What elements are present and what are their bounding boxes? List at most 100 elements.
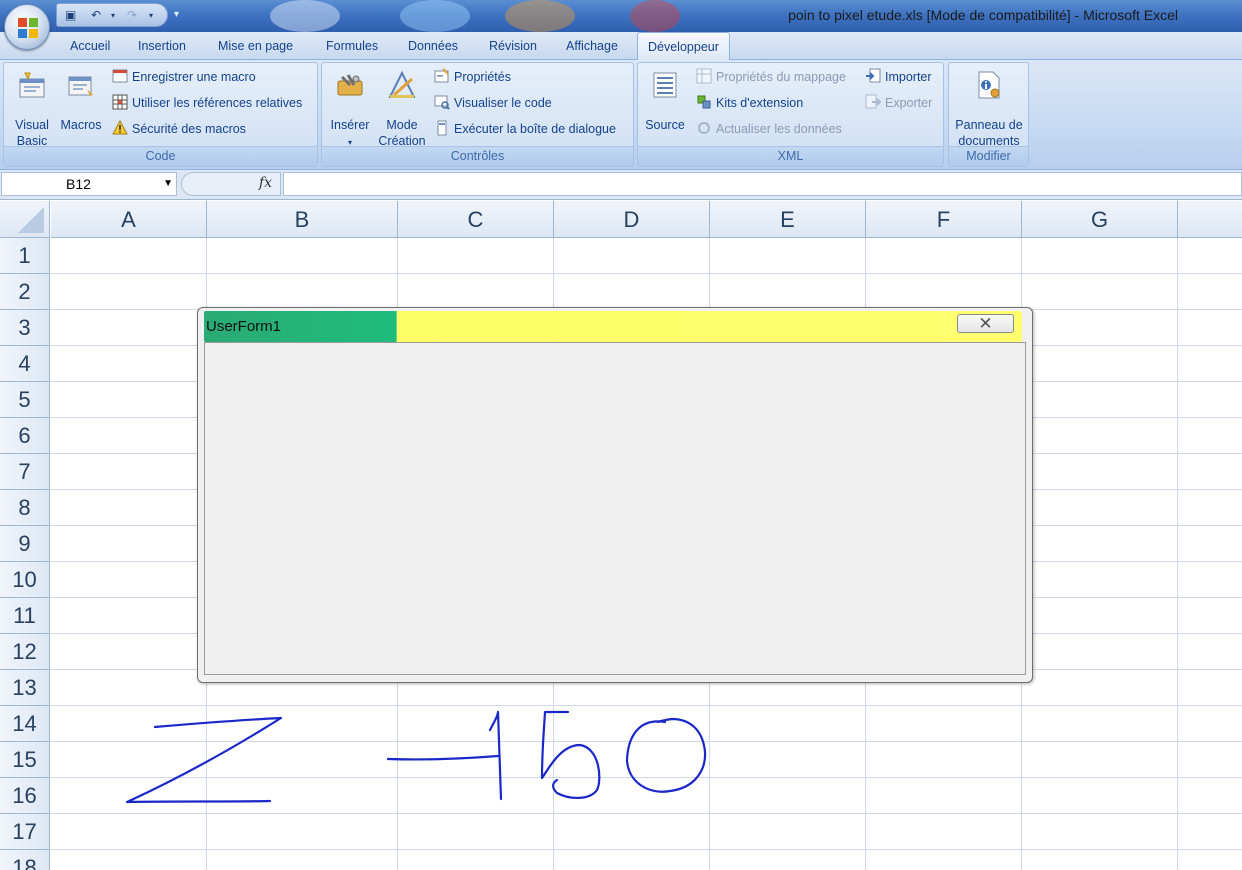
office-logo-icon	[18, 18, 38, 38]
ribbon: Visual Basic Macros Enregistrer une macr…	[0, 60, 1242, 170]
row-header[interactable]: 16	[0, 778, 50, 814]
row-header[interactable]: 1	[0, 238, 50, 274]
function-area: fx	[181, 172, 281, 196]
column-header-d[interactable]: D	[554, 201, 710, 238]
redo-icon[interactable]: ↷	[127, 8, 137, 22]
row-header[interactable]: 11	[0, 598, 50, 634]
column-header-f[interactable]: F	[866, 201, 1022, 238]
tab-developpeur[interactable]: Développeur	[637, 32, 730, 61]
macro-security-button[interactable]: Sécurité des macros	[112, 119, 246, 139]
macros-label: Macros	[60, 118, 102, 132]
column-header-g[interactable]: G	[1022, 201, 1178, 238]
customize-qat-icon[interactable]: ▾	[174, 9, 179, 20]
view-code-icon	[434, 95, 450, 110]
import-icon	[866, 68, 881, 83]
expansion-packs-button[interactable]: Kits d'extension	[696, 93, 803, 113]
row-header[interactable]: 12	[0, 634, 50, 670]
row-header[interactable]: 8	[0, 490, 50, 526]
undo-dropdown-icon[interactable]: ▾	[111, 11, 115, 20]
column-header-b[interactable]: B	[207, 201, 398, 238]
column-header-c[interactable]: C	[398, 201, 554, 238]
tab-affichage[interactable]: Affichage	[566, 39, 618, 53]
visual-basic-button[interactable]: Visual Basic	[10, 69, 54, 149]
userform-title-bar[interactable]: UserForm1 ✕	[204, 311, 1022, 342]
export-button[interactable]: Exporter	[865, 93, 932, 113]
row-header[interactable]: 9	[0, 526, 50, 562]
xml-source-icon	[653, 72, 677, 98]
xml-source-button[interactable]: Source	[642, 69, 688, 133]
userform-client-area[interactable]	[204, 342, 1026, 675]
save-icon[interactable]: ▣	[65, 8, 76, 22]
tab-revision[interactable]: Révision	[489, 39, 537, 53]
macros-icon	[68, 76, 93, 96]
export-icon	[865, 94, 881, 109]
refresh-data-icon	[698, 122, 710, 134]
insert-function-icon[interactable]: fx	[259, 175, 272, 191]
column-header-e[interactable]: E	[710, 201, 866, 238]
controls-group-label: Contrôles	[322, 146, 633, 166]
ribbon-group-modify: Panneau de documents Modifier	[948, 62, 1029, 167]
name-box-dropdown-icon[interactable]: ▼	[163, 173, 173, 195]
record-macro-button[interactable]: Enregistrer une macro	[112, 67, 256, 87]
tab-donnees[interactable]: Données	[408, 39, 458, 53]
toolbox-icon	[337, 74, 363, 96]
properties-icon	[434, 68, 449, 83]
run-dialog-icon	[437, 120, 447, 136]
row-header[interactable]: 18	[0, 850, 50, 870]
record-macro-label: Enregistrer une macro	[132, 70, 256, 84]
run-dialog-label: Exécuter la boîte de dialogue	[454, 122, 616, 136]
macros-button[interactable]: Macros	[58, 69, 104, 133]
row-header[interactable]: 13	[0, 670, 50, 706]
record-macro-icon	[112, 69, 128, 83]
office-button[interactable]	[4, 4, 50, 50]
run-dialog-button[interactable]: Exécuter la boîte de dialogue	[434, 119, 616, 139]
background-decoration	[400, 0, 470, 32]
select-all-corner[interactable]	[0, 201, 50, 238]
refresh-data-button[interactable]: Actualiser les données	[696, 119, 842, 139]
name-box[interactable]: B12 ▼	[1, 172, 177, 196]
formula-bar: B12 ▼ fx	[0, 170, 1242, 200]
export-label: Exporter	[885, 96, 933, 110]
userform-close-button[interactable]: ✕	[957, 314, 1014, 333]
userform-window[interactable]: UserForm1 ✕	[197, 307, 1033, 683]
expansion-packs-icon	[697, 95, 711, 109]
relative-references-icon	[112, 94, 128, 110]
undo-icon[interactable]: ↶	[91, 8, 101, 22]
row-header[interactable]: 17	[0, 814, 50, 850]
relative-references-button[interactable]: Utiliser les références relatives	[112, 93, 302, 113]
document-panel-icon	[978, 71, 1000, 99]
visual-basic-icon	[19, 72, 45, 98]
row-header[interactable]: 3	[0, 310, 50, 346]
ribbon-tab-row: Accueil Insertion Mise en page Formules …	[0, 32, 1242, 61]
map-properties-icon	[696, 68, 712, 84]
row-header[interactable]: 4	[0, 346, 50, 382]
properties-button[interactable]: Propriétés	[434, 67, 511, 87]
row-header[interactable]: 7	[0, 454, 50, 490]
column-header-a[interactable]: A	[51, 201, 207, 238]
tab-accueil[interactable]: Accueil	[70, 39, 110, 53]
row-header[interactable]: 10	[0, 562, 50, 598]
warning-icon	[112, 120, 128, 135]
insert-control-label: Insérer	[330, 118, 370, 132]
tab-insertion[interactable]: Insertion	[138, 39, 186, 53]
import-button[interactable]: Importer	[865, 67, 932, 87]
view-code-button[interactable]: Visualiser le code	[434, 93, 552, 113]
close-icon: ✕	[978, 314, 993, 333]
redo-dropdown-icon[interactable]: ▾	[149, 11, 153, 20]
column-header-partial[interactable]	[1178, 201, 1242, 238]
row-header[interactable]: 2	[0, 274, 50, 310]
insert-control-button[interactable]: Insérer ▾	[326, 69, 374, 151]
xml-group-label: XML	[638, 146, 943, 166]
tab-formules[interactable]: Formules	[326, 39, 378, 53]
design-mode-button[interactable]: Mode Création	[376, 69, 428, 149]
row-header[interactable]: 5	[0, 382, 50, 418]
modify-group-label: Modifier	[949, 146, 1028, 166]
row-header[interactable]: 6	[0, 418, 50, 454]
document-panel-button[interactable]: Panneau de documents	[951, 69, 1027, 149]
formula-input[interactable]	[283, 172, 1242, 196]
row-header[interactable]: 14	[0, 706, 50, 742]
tab-mise-en-page[interactable]: Mise en page	[218, 39, 293, 53]
map-properties-button[interactable]: Propriétés du mappage	[696, 67, 846, 87]
view-code-label: Visualiser le code	[454, 96, 552, 110]
row-header[interactable]: 15	[0, 742, 50, 778]
